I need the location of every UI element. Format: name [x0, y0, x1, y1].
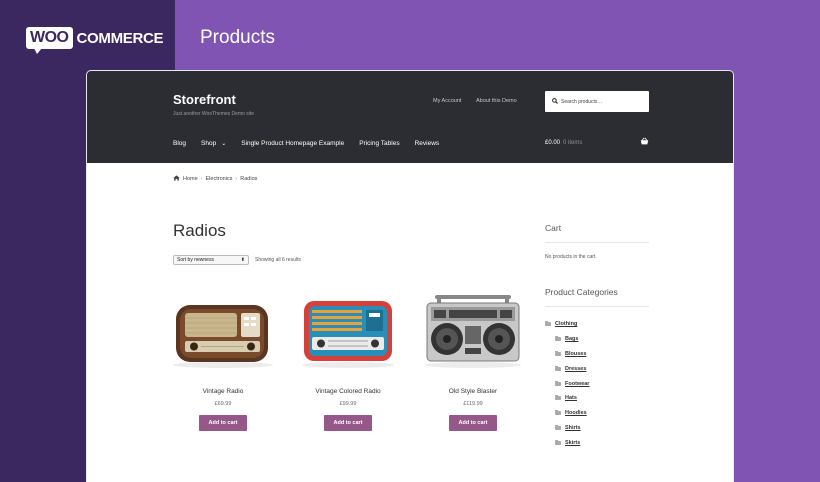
breadcrumb-electronics[interactable]: Electronics: [206, 176, 233, 182]
product-card: Vintage Radio £69.99 Add to cart: [171, 293, 275, 431]
chevron-down-icon: ⌄: [221, 141, 227, 147]
page-title: Radios: [173, 221, 226, 240]
categories-widget-title: Product Categories: [545, 287, 618, 297]
product-image-vintage-colored-radio[interactable]: [296, 293, 400, 371]
category-label: Hats: [565, 395, 577, 402]
category-label: Bags: [565, 336, 579, 343]
category-label: Footwear: [565, 380, 590, 387]
add-to-cart-button[interactable]: Add to cart: [324, 415, 372, 431]
product-price: £99.99: [339, 401, 357, 407]
about-demo-link[interactable]: About this Demo: [476, 98, 517, 104]
product-name[interactable]: Vintage Colored Radio: [296, 388, 400, 395]
folder-icon: [545, 321, 551, 327]
cart-empty-message: No products in the cart.: [545, 254, 597, 260]
product-name[interactable]: Vintage Radio: [171, 388, 275, 395]
cart-item-count: 0 items: [563, 140, 583, 146]
category-item-hoodies[interactable]: Hoodies: [545, 406, 589, 421]
folder-icon: [555, 424, 561, 430]
category-list: Clothing Bags Blouses Dresses Footwear H…: [545, 317, 589, 450]
product-price: £119.99: [463, 401, 483, 407]
product-card: Old Style Blaster £119.99 Add to cart: [421, 293, 525, 431]
breadcrumb: Home › Electronics › Radios: [173, 175, 257, 183]
cart-widget-title: Cart: [545, 223, 562, 233]
category-item-footwear[interactable]: Footwear: [545, 376, 589, 391]
nav-item-shop-label: Shop: [201, 140, 217, 147]
nav-item-reviews[interactable]: Reviews: [415, 140, 440, 147]
product-image-old-style-blaster[interactable]: [421, 293, 525, 371]
my-account-link[interactable]: My Account: [433, 98, 461, 104]
divider: [545, 242, 649, 243]
nav-item-single-product[interactable]: Single Product Homepage Example: [241, 140, 344, 147]
folder-icon: [555, 380, 561, 386]
nav-item-shop[interactable]: Shop ⌄: [201, 140, 226, 147]
search-icon: [552, 97, 558, 106]
product-image-vintage-radio[interactable]: [171, 293, 275, 371]
nav-item-pricing-tables[interactable]: Pricing Tables: [359, 140, 399, 147]
breadcrumb-separator: ›: [200, 176, 203, 182]
category-item-bags[interactable]: Bags: [545, 332, 589, 347]
category-label: Blouses: [565, 350, 587, 357]
category-item-skirts[interactable]: Skirts: [545, 435, 589, 450]
category-label: Hoodies: [565, 410, 587, 417]
product-card: Vintage Colored Radio £99.99 Add to cart: [296, 293, 400, 431]
category-label: Shirts: [565, 424, 581, 431]
browser-frame: Storefront Just another WooThemes Demo s…: [86, 70, 734, 482]
woocommerce-logo: WOO COMMERCE: [26, 27, 164, 54]
folder-icon: [555, 410, 561, 416]
nav-item-blog[interactable]: Blog: [173, 140, 186, 147]
category-label: Skirts: [565, 439, 581, 446]
basket-icon[interactable]: [640, 137, 649, 147]
select-arrows-icon: ⬍: [240, 257, 245, 263]
folder-icon: [555, 365, 561, 371]
folder-icon: [555, 439, 561, 445]
product-name[interactable]: Old Style Blaster: [421, 388, 525, 395]
breadcrumb-separator: ›: [235, 176, 238, 182]
site-title[interactable]: Storefront: [173, 92, 236, 107]
category-label: Clothing: [555, 321, 578, 328]
search-input[interactable]: Search products…: [545, 91, 649, 112]
category-item-dresses[interactable]: Dresses: [545, 361, 589, 376]
site-tagline: Just another WooThemes Demo site: [173, 111, 255, 117]
cart-amount: £0.00: [545, 140, 561, 146]
category-label: Dresses: [565, 365, 587, 372]
hero-title: Products: [200, 27, 275, 48]
add-to-cart-button[interactable]: Add to cart: [199, 415, 247, 431]
category-item-hats[interactable]: Hats: [545, 391, 589, 406]
commerce-wordmark: COMMERCE: [76, 29, 164, 47]
category-item-blouses[interactable]: Blouses: [545, 347, 589, 362]
site-header: Storefront Just another WooThemes Demo s…: [87, 71, 733, 163]
result-count: Showing all 6 results: [255, 257, 301, 263]
sort-select[interactable]: Sort by newness ⬍: [173, 255, 249, 265]
folder-icon: [555, 395, 561, 401]
breadcrumb-home[interactable]: Home: [183, 176, 198, 182]
add-to-cart-button[interactable]: Add to cart: [449, 415, 497, 431]
category-item-shirts[interactable]: Shirts: [545, 421, 589, 436]
woo-logo-mark: WOO: [26, 27, 73, 54]
sort-select-value: Sort by newness: [177, 257, 214, 263]
home-icon: [173, 175, 180, 183]
search-placeholder: Search products…: [561, 98, 603, 105]
product-price: £69.99: [214, 401, 232, 407]
header-cart-link[interactable]: £0.00 0 items: [545, 140, 582, 146]
folder-icon: [555, 350, 561, 356]
breadcrumb-radios: Radios: [240, 176, 258, 182]
primary-nav: Blog Shop ⌄ Single Product Homepage Examp…: [173, 140, 454, 147]
category-item-clothing[interactable]: Clothing: [545, 317, 589, 332]
folder-icon: [555, 336, 561, 342]
divider: [545, 306, 649, 307]
